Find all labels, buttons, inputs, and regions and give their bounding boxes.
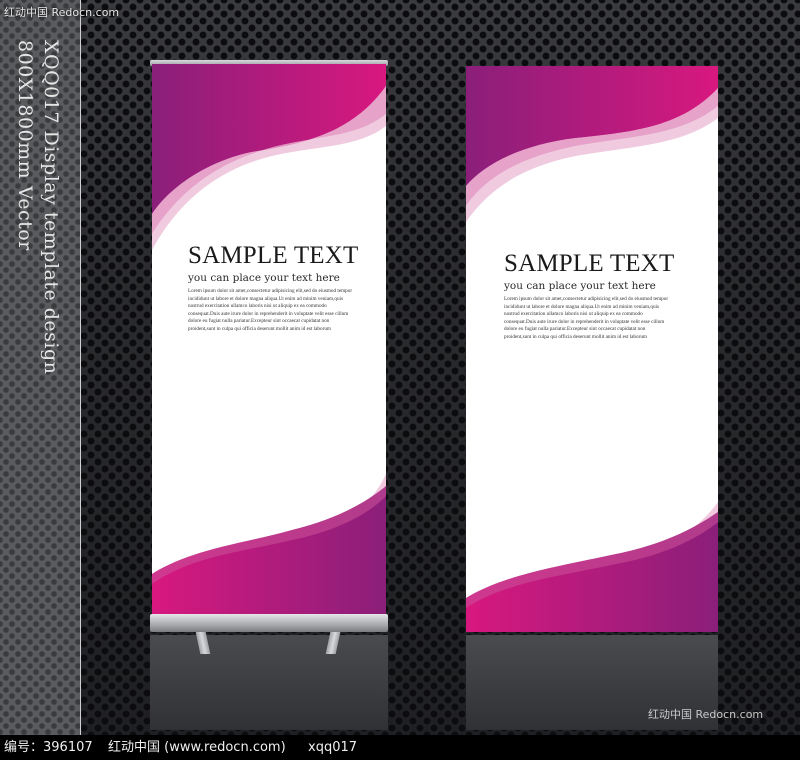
footer-bar: 编号：396107 红动中国 (www.redocn.com) xqq017	[0, 735, 800, 760]
rollup-stand-base	[150, 614, 388, 632]
body-line: proident,sunt in culpa qui officia deser…	[504, 333, 647, 340]
body-line: proident,sunt in culpa qui officia deser…	[188, 325, 331, 332]
banner-subtitle: you can place your text here	[504, 280, 656, 292]
body-line: nostrud exercitation ullamco laboris nis…	[188, 303, 327, 310]
vertical-title-line2: 800X1800mm Vector	[14, 40, 36, 251]
top-wave-graphic	[152, 64, 386, 250]
bottom-wave-graphic	[466, 502, 718, 632]
body-line: Lorem ipsum dolor sit amet,consectetur a…	[504, 296, 669, 302]
flat-banner-right: SAMPLE TEXT you can place your text here…	[466, 66, 718, 632]
side-panel: XQQ017 Display template design 800X1800m…	[0, 0, 81, 735]
banner-body: Lorem ipsum dolor sit amet,consectetur a…	[504, 296, 684, 342]
watermark-bottom-right: 红动中国 Redocn.com	[648, 708, 764, 721]
body-line: dolore eu fugiat nulla pariatur.Excepteu…	[504, 326, 646, 333]
vertical-title-line1: XQQ017 Display template design	[40, 40, 62, 375]
top-wave-graphic	[466, 66, 718, 222]
watermark-top-left: 红动中国 Redocn.com	[4, 6, 120, 19]
banner-text-block: SAMPLE TEXT you can place your text here…	[504, 250, 684, 342]
footer-code: xqq017	[308, 740, 358, 755]
banner-subtitle: you can place your text here	[188, 272, 340, 284]
rollup-banner-left: SAMPLE TEXT you can place your text here…	[152, 64, 386, 614]
body-line: nostrud exercitation ullamco laboris nis…	[504, 311, 643, 318]
body-line: incididunt ut labore et dolore magna ali…	[504, 303, 660, 310]
body-line: dolore eu fugiat nulla pariatur.Excepteu…	[188, 318, 330, 325]
banner-title: SAMPLE TEXT	[504, 250, 675, 277]
banner-title: SAMPLE TEXT	[188, 242, 359, 269]
banner-body: Lorem ipsum dolor sit amet,consectetur a…	[188, 288, 358, 334]
banner-text-block: SAMPLE TEXT you can place your text here…	[188, 242, 358, 334]
vertical-title: XQQ017 Display template design 800X1800m…	[12, 40, 64, 374]
body-line: incididunt ut labore et dolore magna ali…	[188, 295, 344, 302]
floor-shadow-left	[150, 635, 388, 730]
bottom-wave-graphic	[152, 474, 386, 614]
footer-id: 编号：396107	[4, 740, 93, 755]
footer-site-link[interactable]: 红动中国 (www.redocn.com)	[108, 735, 286, 760]
body-line: Lorem ipsum dolor sit amet,consectetur a…	[188, 288, 353, 294]
